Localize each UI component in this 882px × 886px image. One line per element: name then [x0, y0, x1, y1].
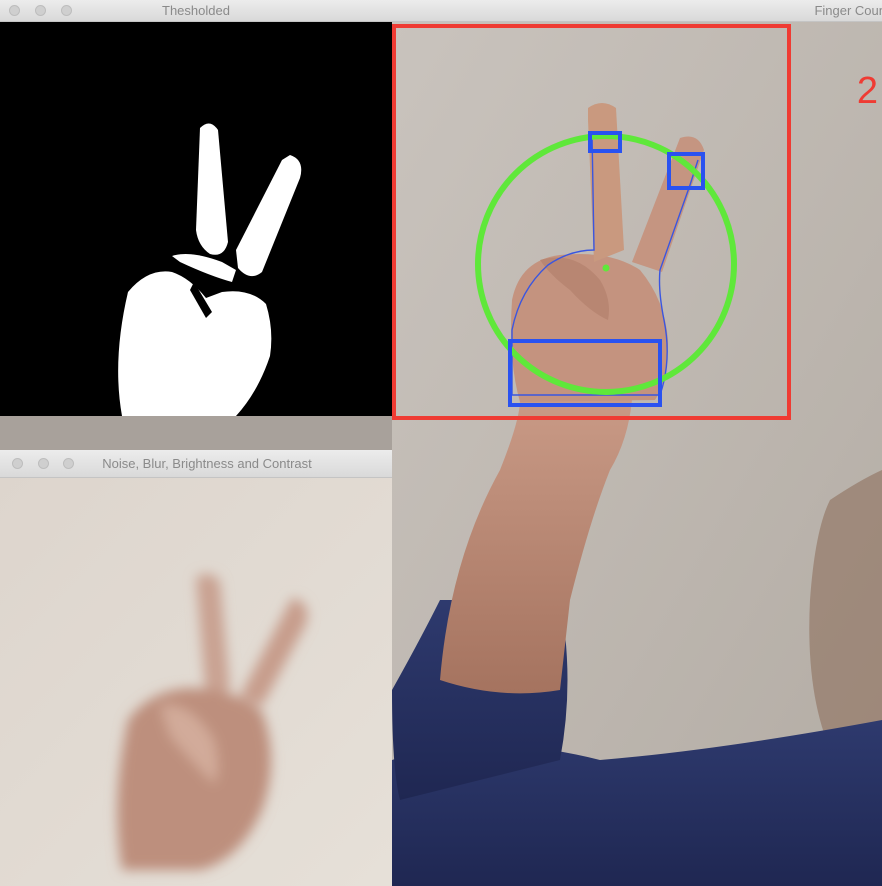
thresholded-window: Thesholded — [0, 0, 392, 416]
camera-frame — [392, 22, 882, 886]
threshold-image — [0, 22, 392, 416]
camera-feed: 2 — [392, 22, 882, 886]
noise-blur-window: Noise, Blur, Brightness and Contrast — [0, 450, 392, 886]
window-title: Thesholded — [162, 3, 230, 18]
desktop-gap — [0, 416, 392, 450]
window-title: Noise, Blur, Brightness and Contrast — [102, 456, 312, 471]
blurred-hand — [0, 478, 392, 886]
threshold-mask — [0, 22, 392, 416]
blurred-image — [0, 478, 392, 886]
finger-count-window: Finger Coun 2 — [392, 0, 882, 886]
window-titlebar[interactable]: Noise, Blur, Brightness and Contrast — [0, 450, 392, 478]
window-title: Finger Coun — [814, 3, 882, 18]
centroid-dot — [602, 264, 610, 272]
finger-count-value: 2 — [856, 70, 878, 112]
window-titlebar[interactable]: Finger Coun — [392, 0, 882, 22]
window-titlebar[interactable]: Thesholded — [0, 0, 392, 22]
